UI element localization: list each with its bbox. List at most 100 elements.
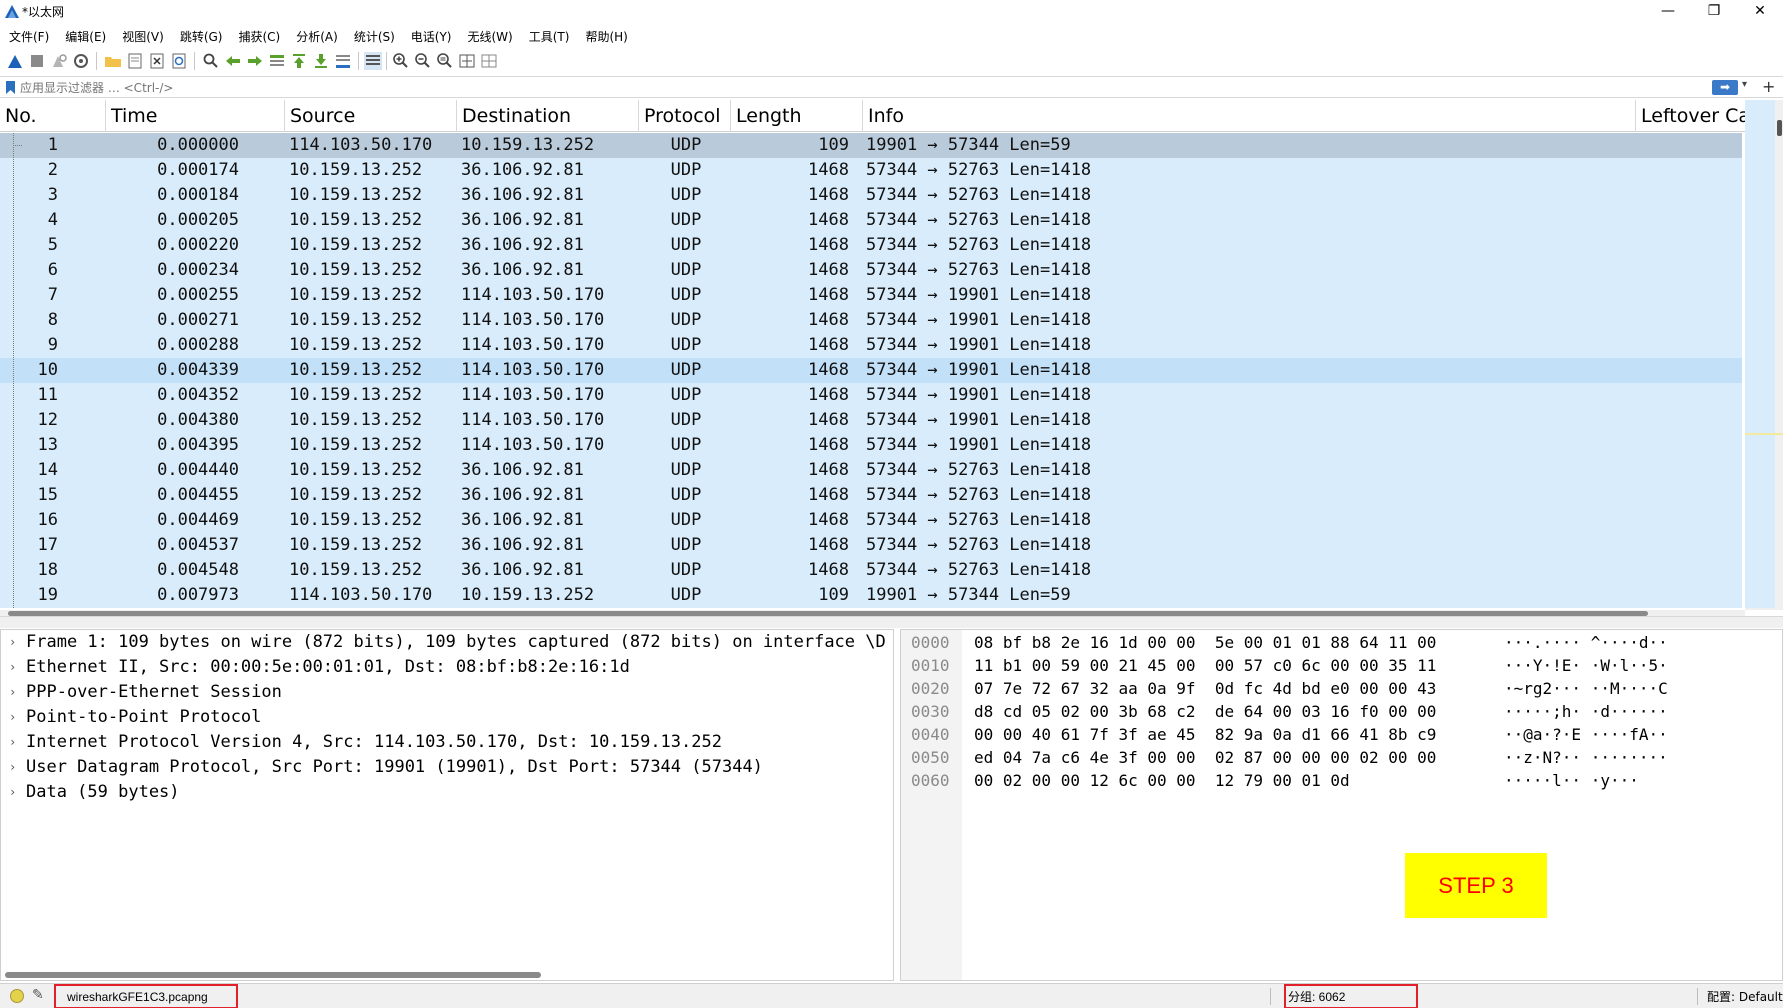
menu-view[interactable]: 视图(V) bbox=[113, 24, 171, 46]
byte-ascii[interactable]: ·~rg2··· ··M····C bbox=[1504, 677, 1668, 700]
packet-row[interactable]: 19 0.007973 114.103.50.170 10.159.13.252 UDP… bbox=[0, 583, 1742, 608]
chevron-right-icon[interactable]: › bbox=[9, 655, 16, 680]
menu-wireless[interactable]: 无线(W) bbox=[459, 24, 520, 46]
capture-comment-icon[interactable]: ✎ bbox=[32, 987, 44, 1003]
byte-ascii[interactable]: ··z·N?·· ········ bbox=[1504, 746, 1668, 769]
restart-capture-icon[interactable] bbox=[50, 52, 68, 70]
bytes-row[interactable]: 0060 00 02 00 00 12 6c 00 00 12 79 00 01 … bbox=[901, 769, 1782, 792]
go-to-packet-icon[interactable] bbox=[268, 52, 286, 70]
column-info[interactable]: Info bbox=[863, 100, 1636, 132]
go-forward-icon[interactable] bbox=[246, 52, 264, 70]
byte-hex[interactable]: 07 7e 72 67 32 aa 0a 9f 0d fc 4d bd e0 0… bbox=[974, 677, 1436, 700]
byte-hex[interactable]: 00 00 40 61 7f 3f ae 45 82 9a 0a d1 66 4… bbox=[974, 723, 1436, 746]
packet-row[interactable]: 9 0.000288 10.159.13.252 114.103.50.170 UDP 1… bbox=[0, 333, 1742, 358]
byte-ascii[interactable]: ···.···· ^····d·· bbox=[1504, 631, 1668, 654]
packet-row[interactable]: 17 0.004537 10.159.13.252 36.106.92.81 UDP 14… bbox=[0, 533, 1742, 558]
profile-label[interactable]: 配置: Default bbox=[1707, 988, 1783, 1005]
column-protocol[interactable]: Protocol bbox=[639, 100, 731, 132]
byte-hex[interactable]: 08 bf b8 2e 16 1d 00 00 5e 00 01 01 88 6… bbox=[974, 631, 1436, 654]
display-filter-input[interactable] bbox=[20, 78, 1710, 97]
detail-ppp[interactable]: › Point-to-Point Protocol bbox=[1, 705, 893, 730]
chevron-right-icon[interactable]: › bbox=[9, 680, 16, 705]
capture-options-icon[interactable] bbox=[72, 52, 90, 70]
packet-row[interactable]: 5 0.000220 10.159.13.252 36.106.92.81 UDP 146… bbox=[0, 233, 1742, 258]
packet-row[interactable]: 14 0.004440 10.159.13.252 36.106.92.81 UDP 14… bbox=[0, 458, 1742, 483]
close-file-icon[interactable] bbox=[148, 52, 166, 70]
go-back-icon[interactable] bbox=[224, 52, 242, 70]
last-packet-icon[interactable] bbox=[312, 52, 330, 70]
menu-edit[interactable]: 编辑(E) bbox=[56, 24, 113, 46]
byte-ascii[interactable]: ·····l·· ·y··· bbox=[1504, 769, 1639, 792]
detail-ethernet[interactable]: › Ethernet II, Src: 00:00:5e:00:01:01, Ds… bbox=[1, 655, 893, 680]
bytes-row[interactable]: 0010 11 b1 00 59 00 21 45 00 00 57 c0 6c … bbox=[901, 654, 1782, 677]
byte-hex[interactable]: ed 04 7a c6 4e 3f 00 00 02 87 00 00 00 0… bbox=[974, 746, 1436, 769]
close-button[interactable]: ✕ bbox=[1737, 0, 1783, 22]
column-source[interactable]: Source bbox=[285, 100, 457, 132]
byte-ascii[interactable]: ···Y·!E· ·W·l··5· bbox=[1504, 654, 1668, 677]
colorize-icon[interactable] bbox=[364, 52, 382, 70]
detail-frame[interactable]: › Frame 1: 109 bytes on wire (872 bits), … bbox=[1, 630, 893, 655]
detail-ipv4[interactable]: › Internet Protocol Version 4, Src: 114.1… bbox=[1, 730, 893, 755]
column-time[interactable]: Time bbox=[106, 100, 285, 132]
chevron-right-icon[interactable]: › bbox=[9, 705, 16, 730]
bytes-row[interactable]: 0040 00 00 40 61 7f 3f ae 45 82 9a 0a d1 … bbox=[901, 723, 1782, 746]
detail-data[interactable]: › Data (59 bytes) bbox=[1, 780, 893, 805]
column-length[interactable]: Length bbox=[731, 100, 863, 132]
bytes-row[interactable]: 0050 ed 04 7a c6 4e 3f 00 00 02 87 00 00 … bbox=[901, 746, 1782, 769]
first-packet-icon[interactable] bbox=[290, 52, 308, 70]
bytes-row[interactable]: 0020 07 7e 72 67 32 aa 0a 9f 0d fc 4d bd … bbox=[901, 677, 1782, 700]
byte-hex[interactable]: d8 cd 05 02 00 3b 68 c2 de 64 00 03 16 f… bbox=[974, 700, 1436, 723]
chevron-right-icon[interactable]: › bbox=[9, 780, 16, 805]
menu-go[interactable]: 跳转(G) bbox=[171, 24, 230, 46]
start-capture-icon[interactable] bbox=[6, 52, 24, 70]
restore-button[interactable]: ❐ bbox=[1691, 0, 1737, 22]
packet-row[interactable]: 6 0.000234 10.159.13.252 36.106.92.81 UDP 146… bbox=[0, 258, 1742, 283]
bytes-row[interactable]: 0030 d8 cd 05 02 00 3b 68 c2 de 64 00 03 … bbox=[901, 700, 1782, 723]
find-packet-icon[interactable] bbox=[202, 52, 220, 70]
bookmark-icon[interactable] bbox=[5, 80, 16, 95]
expand-layout-icon[interactable] bbox=[480, 52, 498, 70]
reload-file-icon[interactable] bbox=[170, 52, 188, 70]
byte-ascii[interactable]: ·····;h· ·d······ bbox=[1504, 700, 1668, 723]
save-file-icon[interactable] bbox=[126, 52, 144, 70]
menu-capture[interactable]: 捕获(C) bbox=[229, 24, 287, 46]
zoom-out-icon[interactable] bbox=[414, 52, 432, 70]
menu-analyze[interactable]: 分析(A) bbox=[287, 24, 345, 46]
scrollbar-thumb[interactable] bbox=[1777, 120, 1782, 136]
column-no[interactable]: No. bbox=[0, 100, 106, 132]
add-filter-button-icon[interactable]: + bbox=[1762, 77, 1775, 96]
packet-row[interactable]: 7 0.000255 10.159.13.252 114.103.50.170 UDP 1… bbox=[0, 283, 1742, 308]
apply-filter-button[interactable]: ➡ bbox=[1712, 80, 1738, 95]
open-file-icon[interactable] bbox=[104, 52, 122, 70]
menu-file[interactable]: 文件(F) bbox=[0, 24, 56, 46]
detail-pppoe[interactable]: › PPP-over-Ethernet Session bbox=[1, 680, 893, 705]
chevron-right-icon[interactable]: › bbox=[9, 755, 16, 780]
packet-row[interactable]: 1 0.000000 114.103.50.170 10.159.13.252 UDP 1… bbox=[0, 133, 1742, 158]
zoom-in-icon[interactable] bbox=[392, 52, 410, 70]
details-hscrollbar[interactable] bbox=[5, 972, 541, 978]
minimize-button[interactable]: — bbox=[1645, 0, 1691, 22]
packet-row[interactable]: 15 0.004455 10.159.13.252 36.106.92.81 UDP 14… bbox=[0, 483, 1742, 508]
packet-minimap[interactable] bbox=[1745, 100, 1775, 608]
detail-udp[interactable]: › User Datagram Protocol, Src Port: 19901… bbox=[1, 755, 893, 780]
packet-row[interactable]: 13 0.004395 10.159.13.252 114.103.50.170 UDP… bbox=[0, 433, 1742, 458]
stop-capture-icon[interactable] bbox=[28, 52, 46, 70]
menu-statistics[interactable]: 统计(S) bbox=[345, 24, 402, 46]
autoscroll-icon[interactable] bbox=[334, 52, 352, 70]
menu-help[interactable]: 帮助(H) bbox=[576, 24, 634, 46]
packet-row[interactable]: 3 0.000184 10.159.13.252 36.106.92.81 UDP 146… bbox=[0, 183, 1742, 208]
menu-telephony[interactable]: 电话(Y) bbox=[402, 24, 459, 46]
column-destination[interactable]: Destination bbox=[457, 100, 639, 132]
column-leftover[interactable]: Leftover Ca bbox=[1636, 100, 1745, 132]
byte-hex[interactable]: 11 b1 00 59 00 21 45 00 00 57 c0 6c 00 0… bbox=[974, 654, 1436, 677]
chevron-right-icon[interactable]: › bbox=[9, 630, 16, 655]
packet-row[interactable]: 16 0.004469 10.159.13.252 36.106.92.81 UDP 14… bbox=[0, 508, 1742, 533]
packet-row[interactable]: 12 0.004380 10.159.13.252 114.103.50.170 UDP… bbox=[0, 408, 1742, 433]
packet-row[interactable]: 18 0.004548 10.159.13.252 36.106.92.81 UDP 14… bbox=[0, 558, 1742, 583]
filter-history-dropdown-icon[interactable]: ▾ bbox=[1742, 79, 1747, 90]
packet-row[interactable]: 4 0.000205 10.159.13.252 36.106.92.81 UDP 146… bbox=[0, 208, 1742, 233]
byte-hex[interactable]: 00 02 00 00 12 6c 00 00 12 79 00 01 0d bbox=[974, 769, 1350, 792]
chevron-right-icon[interactable]: › bbox=[9, 730, 16, 755]
byte-ascii[interactable]: ··@a·?·E ····fA·· bbox=[1504, 723, 1668, 746]
pane-splitter[interactable] bbox=[0, 616, 1783, 628]
